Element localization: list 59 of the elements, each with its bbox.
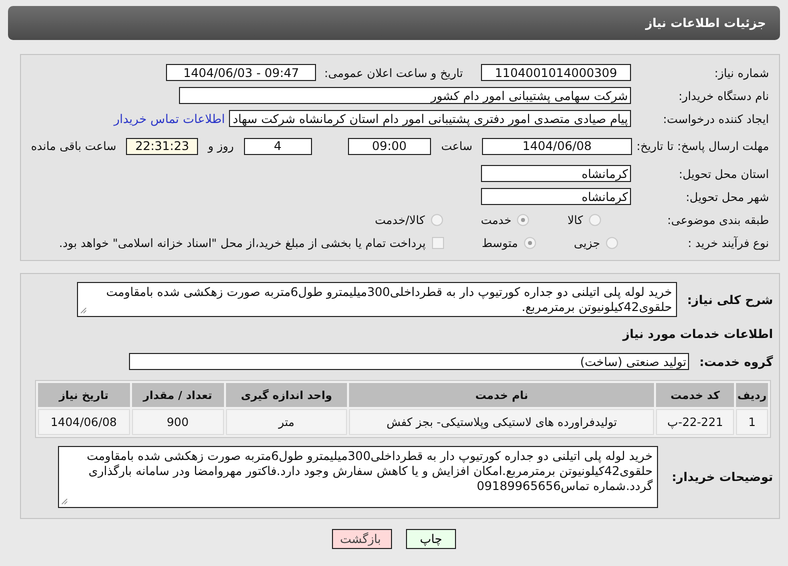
checkbox[interactable] [432,236,444,248]
field-label: ایجاد کننده درخواست: [662,112,770,126]
radio-button[interactable] [524,236,536,248]
city-field: کرمانشاه [481,188,631,205]
buyer-notes-field: خرید لوله پلی اتیلنی دو جداره کورتیوپ دار به قطرداخلی300میلیمترو طول6متربه صورت زهکشی شده بامقاومت حلقوی42کیلونیوتن برمترمربع.امکان افزایش و یا کاهش سفارش وجود دارد.فاکتور مهروامضا ودر سامانه بارگذاری گردد.شماره تماس09189965656 [58,446,658,508]
table-cell: 1 [736,409,768,435]
field-label: طبقه بندی موضوعی: [666,212,770,226]
checkbox-label: پرداخت تمام یا بخشی از مبلغ خرید،از محل "اسناد خزانه اسلامی" خواهد بود. [59,236,426,250]
radio-label: کالا [567,212,583,226]
field-label: گروه خدمت: [699,354,774,368]
column-header: واحد اندازه گیری [226,383,348,407]
table-cell: 1404/06/08 [38,409,130,435]
field-label: شماره نیاز: [713,66,770,80]
radio-label: کالا/خدمت [374,212,425,226]
remaining-time-field: 22:31:23 [126,138,198,154]
resize-grip-icon[interactable] [60,498,68,505]
radio-button[interactable] [517,214,530,226]
table-cell: پ-22-221 [656,409,734,435]
radio-label: خدمت [480,212,512,226]
buyer-contact-link[interactable]: اطلاعات تماس خریدار [114,112,225,126]
deadline-time-field: 09:00 [348,138,432,154]
radio-label: متوسط [482,236,518,250]
table-cell: متر [226,409,348,435]
column-header: کد خدمت [656,383,734,407]
field-label: نوع فرآیند خرید : [686,236,770,250]
column-header: تعداد / مقدار [132,383,224,407]
service-group-field: تولید صنعتی (ساخت) [129,353,690,370]
action-button[interactable]: بازگشت [332,529,392,549]
field-label: شهر محل تحویل: [684,190,770,204]
days-label: روز و [208,139,234,153]
radio-button[interactable] [430,214,443,226]
time-label: ساعت [441,139,472,153]
resize-grip-icon[interactable] [80,307,88,314]
description-field: خرید لوله پلی اتیلنی دو جداره کورتیوپ دار به قطرداخلی300میلیمترو طول6متربه صورت زهکشی شده بامقاومت حلقوی42کیلونیوتن برمترمربع. [77,282,678,317]
field-label: استان محل تحویل: [678,166,770,180]
need-number-field: 1104001014000309 [481,64,631,81]
radio-button[interactable] [606,236,618,248]
province-field: کرمانشاه [481,165,631,182]
announce-date-field: 1404/06/03 - 09:47 [166,64,316,81]
field-label: نام دستگاه خریدار: [677,88,770,102]
action-button[interactable]: چاپ [406,529,456,549]
field-label: توضیحات خریدار: [672,470,774,484]
page-title: جزئیات اطلاعات نیاز [645,16,766,30]
radio-label: جزیی [574,236,600,250]
section-title: اطلاعات خدمات مورد نیاز [621,327,774,341]
field-label: مهلت ارسال پاسخ: تا تاریخ: [635,138,770,154]
table-cell: تولیدفراورده های لاستیکی وپلاستیکی- بجز کفش [349,409,654,435]
column-header: نام خدمت [349,383,654,407]
buyer-name-field: شرکت سهامی پشتیبانی امور دام کشور [179,87,631,104]
field-label: تاریخ و ساعت اعلان عمومی: [324,66,463,80]
table-cell: 900 [132,409,224,435]
radio-button[interactable] [589,214,601,226]
days-field: 4 [244,138,312,154]
creator-field: پیام صیادی متصدی امور دفتری پشتیبانی امور دام استان کرمانشاه شرکت سهاد [229,110,631,127]
column-header: تاریخ نیاز [38,383,130,407]
remaining-label: ساعت باقی مانده [31,139,116,153]
deadline-date-field: 1404/06/08 [482,138,632,154]
column-header: ردیف [736,383,768,407]
field-label: شرح کلی نیاز: [687,292,774,306]
